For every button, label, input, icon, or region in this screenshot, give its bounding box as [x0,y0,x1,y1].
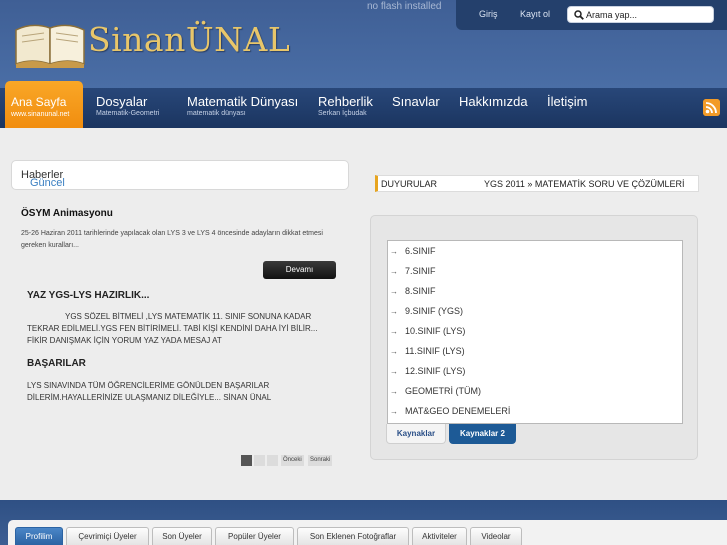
tab-profilim[interactable]: Profilim [15,527,63,545]
list-item-label: 6.SINIF [405,246,436,256]
nav-label: İletişim [547,94,588,109]
list-item-label: 12.SINIF (LYS) [405,366,466,376]
arrow-right-icon: → [390,387,398,396]
list-item-label: GEOMETRİ (TÜM) [405,386,481,396]
success-heading: BAŞARILAR [27,358,86,369]
list-item[interactable]: → 9.SINIF (YGS) [390,301,670,321]
tab-kaynaklar-2[interactable]: Kaynaklar 2 [449,424,516,444]
list-item-label: MAT&GEO DENEMELERİ [405,406,511,416]
nav-label: Hakkımızda [459,94,528,109]
nav-item-ana-sayfa[interactable]: Ana Sayfa www.sinanunal.net [5,81,83,134]
nav-label: Ana Sayfa [11,95,67,109]
list-item[interactable]: → 8.SINIF [390,281,670,301]
arrow-right-icon: → [390,267,398,276]
tab-populer-uyeler[interactable]: Popüler Üyeler [215,527,294,545]
login-link[interactable]: Giriş [479,9,498,19]
news-item-text: 25-26 Haziran 2011 tarihlerinde yapılaca… [21,230,323,249]
nav-label: Dosyalar [96,94,148,109]
list-item[interactable]: → 7.SINIF [390,261,670,281]
news-item-title[interactable]: ÖSYM Animasyonu [21,208,113,219]
arrow-right-icon: → [390,407,398,416]
news-header-accent: Güncel [30,177,65,189]
pager-dot[interactable] [267,455,278,466]
tab-son-uyeler[interactable]: Son Üyeler [152,527,212,545]
arrow-right-icon: → [390,307,398,316]
nav-sublabel: Matematik-Geometri [96,110,160,117]
tab-aktiviteler[interactable]: Aktiviteler [412,527,467,545]
read-more-button[interactable]: Devamı [263,261,336,279]
arrow-right-icon: → [390,287,398,296]
pager-dot[interactable] [241,455,252,466]
list-item-label: 9.SINIF (YGS) [405,306,464,316]
list-item-label: 7.SINIF [405,266,436,276]
list-item[interactable]: → 11.SINIF (LYS) [390,341,670,361]
search-icon [574,10,584,20]
list-item[interactable]: → 10.SINIF (LYS) [390,321,670,341]
nav-sublabel: www.sinanunal.net [11,111,70,118]
rss-icon[interactable] [703,99,720,116]
nav-sublabel: matematik dünyası [187,110,246,117]
tab-son-eklenen-fotograflar[interactable]: Son Eklenen Fotoğraflar [297,527,409,545]
tab-videolar[interactable]: Videolar [470,527,522,545]
announcement-message[interactable]: YGS 2011 » MATEMATİK SORU VE ÇÖZÜMLERİ [484,179,685,189]
site-header: SinanÜNAL no flash installed Giriş Kayıt… [0,0,727,88]
tab-kaynaklar[interactable]: Kaynaklar [386,424,446,444]
list-item-label: 11.SINIF (LYS) [405,346,465,356]
main-content: Güncel Haberler ÖSYM Animasyonu 25-26 Ha… [0,128,727,500]
arrow-right-icon: → [390,247,398,256]
list-item-label: 8.SINIF [405,286,436,296]
nav-label: Matematik Dünyası [187,94,299,109]
list-item[interactable]: → MAT&GEO DENEMELERİ [390,401,670,421]
nav-label: Rehberlik [318,94,373,109]
register-link[interactable]: Kayıt ol [520,9,550,19]
search-input[interactable] [586,8,711,22]
resources-panel: → 6.SINIF → 7.SINIF → 8.SINIF → 9.SINIF (YGS… [370,215,698,460]
resources-list: → 6.SINIF → 7.SINIF → 8.SINIF → 9.SINIF (YGS… [387,240,683,424]
list-item[interactable]: → GEOMETRİ (TÜM) [390,381,670,401]
flash-notice: no flash installed [367,1,442,12]
list-item-label: 10.SINIF (LYS) [405,326,466,336]
arrow-right-icon: → [390,367,398,376]
nav-label: Sınavlar [392,94,440,109]
announcement-ticker: DUYURULAR YGS 2011 » MATEMATİK SORU VE Ç… [375,175,699,192]
success-text: LYS SINAVINDA TÜM ÖĞRENCİLERİME GÖNÜLDEN… [27,381,272,402]
prep-heading: YAZ YGS-LYS HAZIRLIK... [27,290,150,301]
news-header: Güncel Haberler [11,160,349,190]
pager-next-button[interactable]: Sonraki [308,455,333,466]
list-item[interactable]: → 6.SINIF [390,241,670,261]
tab-cevrimici-uyeler[interactable]: Çevrimiçi Üyeler [66,527,149,545]
search-box[interactable] [567,6,714,23]
pager-prev-button[interactable]: Önceki [281,455,304,466]
arrow-right-icon: → [390,327,398,336]
arrow-right-icon: → [390,347,398,356]
main-nav: Dosyalar Matematik-Geometri Matematik Dü… [0,88,727,128]
announcement-label: DUYURULAR [381,179,438,189]
site-name[interactable]: SinanÜNAL [88,20,290,59]
pager-dot[interactable] [254,455,265,466]
prep-text: YGS SÖZEL BİTMELİ ,LYS MATEMATİK 11. SIN… [27,312,318,345]
nav-sublabel: Serkan İçbudak [318,110,367,117]
list-item[interactable]: → 12.SINIF (LYS) [390,361,670,381]
